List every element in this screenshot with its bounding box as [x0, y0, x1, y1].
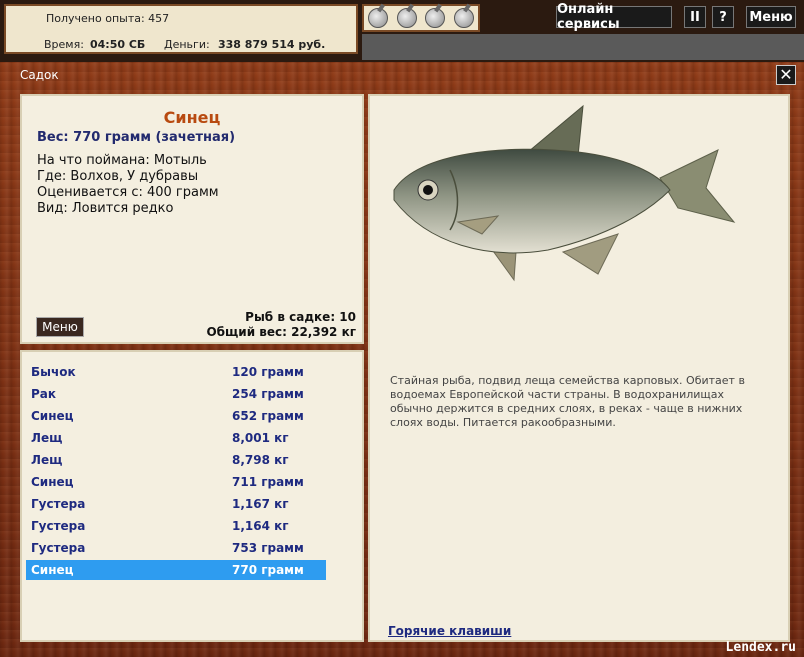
- list-item[interactable]: Рак 254 грамм: [26, 384, 326, 404]
- top-bar: Получено опыта: 457 Время: 04:50 СБ День…: [0, 0, 804, 62]
- list-item-weight: 711 грамм: [232, 475, 304, 489]
- list-item-name: Бычок: [31, 365, 76, 379]
- list-item[interactable]: Лещ 8,798 кг: [26, 450, 326, 470]
- list-item-selected[interactable]: Синец 770 грамм: [26, 560, 326, 580]
- list-item-name: Синец: [31, 409, 74, 423]
- watermark: Lendex.ru: [725, 640, 796, 655]
- dorsal-fin: [526, 104, 584, 157]
- player-stats: Получено опыта: 457 Время: 04:50 СБ День…: [4, 4, 358, 54]
- window-titlebar: Садок ✕: [0, 62, 804, 88]
- list-item-name: Густера: [31, 541, 86, 555]
- list-item-weight: 652 грамм: [232, 409, 304, 423]
- potion-icon[interactable]: [425, 8, 446, 28]
- list-item-weight: 254 грамм: [232, 387, 304, 401]
- tail-fin: [659, 149, 736, 223]
- online-services-button[interactable]: Онлайн сервисы: [556, 2, 672, 32]
- list-item-weight: 1,164 кг: [232, 519, 289, 533]
- fish-info-panel: Синец Вес: 770 грамм (зачетная) На что п…: [20, 94, 364, 344]
- list-item[interactable]: Синец 652 грамм: [26, 406, 326, 426]
- money-label: Деньги:: [164, 38, 210, 51]
- main-menu-button[interactable]: Меню: [746, 6, 796, 28]
- keepnet-menu-button[interactable]: Меню: [36, 317, 84, 337]
- fish-body: [393, 148, 671, 254]
- list-item-weight: 120 грамм: [232, 365, 304, 379]
- keepnet-window: Садок ✕ Синец Вес: 770 грамм (зачетная) …: [0, 62, 804, 657]
- help-button[interactable]: ?: [712, 6, 734, 28]
- time-value: 04:50 СБ: [90, 38, 146, 51]
- fish-name: Синец: [163, 108, 221, 127]
- list-item-weight: 8,001 кг: [232, 431, 289, 445]
- list-item[interactable]: Лещ 8,001 кг: [26, 428, 326, 448]
- money-value: 338 879 514 руб.: [218, 38, 326, 51]
- fish-detail-panel: Стайная рыба, подвид леща семейства карп…: [368, 94, 790, 642]
- xp-text: Получено опыта: 457: [46, 12, 170, 25]
- total-weight: Общий вес: 22,392 кг: [206, 325, 356, 339]
- fish-description: Стайная рыба, подвид леща семейства карп…: [390, 374, 745, 429]
- list-item[interactable]: Синец 711 грамм: [26, 472, 326, 492]
- potion-icon[interactable]: [368, 8, 389, 28]
- list-item-name: Густера: [31, 519, 86, 533]
- time-label: Время:: [44, 38, 84, 51]
- fish-list: Бычок 120 грамм Рак 254 грамм Синец 652 гра…: [20, 350, 364, 642]
- list-item-weight: 753 грамм: [232, 541, 304, 555]
- list-item[interactable]: Густера 1,167 кг: [26, 494, 326, 514]
- list-item-name: Густера: [31, 497, 86, 511]
- fish-valued-from: Оценивается с: 400 грамм: [37, 185, 219, 200]
- fish-image: [393, 104, 736, 282]
- potion-icon[interactable]: [396, 8, 417, 28]
- fish-location: Где: Волхов, У дубравы: [37, 169, 199, 184]
- pause-button[interactable]: II: [684, 6, 706, 28]
- fish-eye: [423, 185, 433, 195]
- close-button[interactable]: ✕: [776, 65, 796, 85]
- fish-bait: На что поймана: Мотыль: [37, 153, 207, 168]
- list-item-name: Лещ: [31, 453, 63, 467]
- potion-slots: [362, 4, 480, 32]
- list-item-name: Синец: [31, 475, 74, 489]
- list-item[interactable]: Густера 1,164 кг: [26, 516, 326, 536]
- top-band: [362, 34, 804, 60]
- potion-icon[interactable]: [453, 8, 474, 28]
- fish-rarity: Вид: Ловится редко: [37, 201, 174, 216]
- list-item-weight: 1,167 кг: [232, 497, 289, 511]
- list-item[interactable]: Густера 753 грамм: [26, 538, 326, 558]
- list-item-name: Рак: [31, 387, 57, 401]
- fish-weight: Вес: 770 грамм (зачетная): [37, 130, 236, 145]
- list-item-name: Синец: [31, 563, 74, 577]
- hotkeys-link[interactable]: Горячие клавиши: [388, 624, 511, 638]
- window-title: Садок: [20, 68, 59, 82]
- list-item-name: Лещ: [31, 431, 63, 445]
- list-item-weight: 8,798 кг: [232, 453, 289, 467]
- list-item-weight: 770 грамм: [232, 563, 304, 577]
- list-item[interactable]: Бычок 120 грамм: [26, 362, 326, 382]
- fish-count: Рыб в садке: 10: [245, 310, 356, 324]
